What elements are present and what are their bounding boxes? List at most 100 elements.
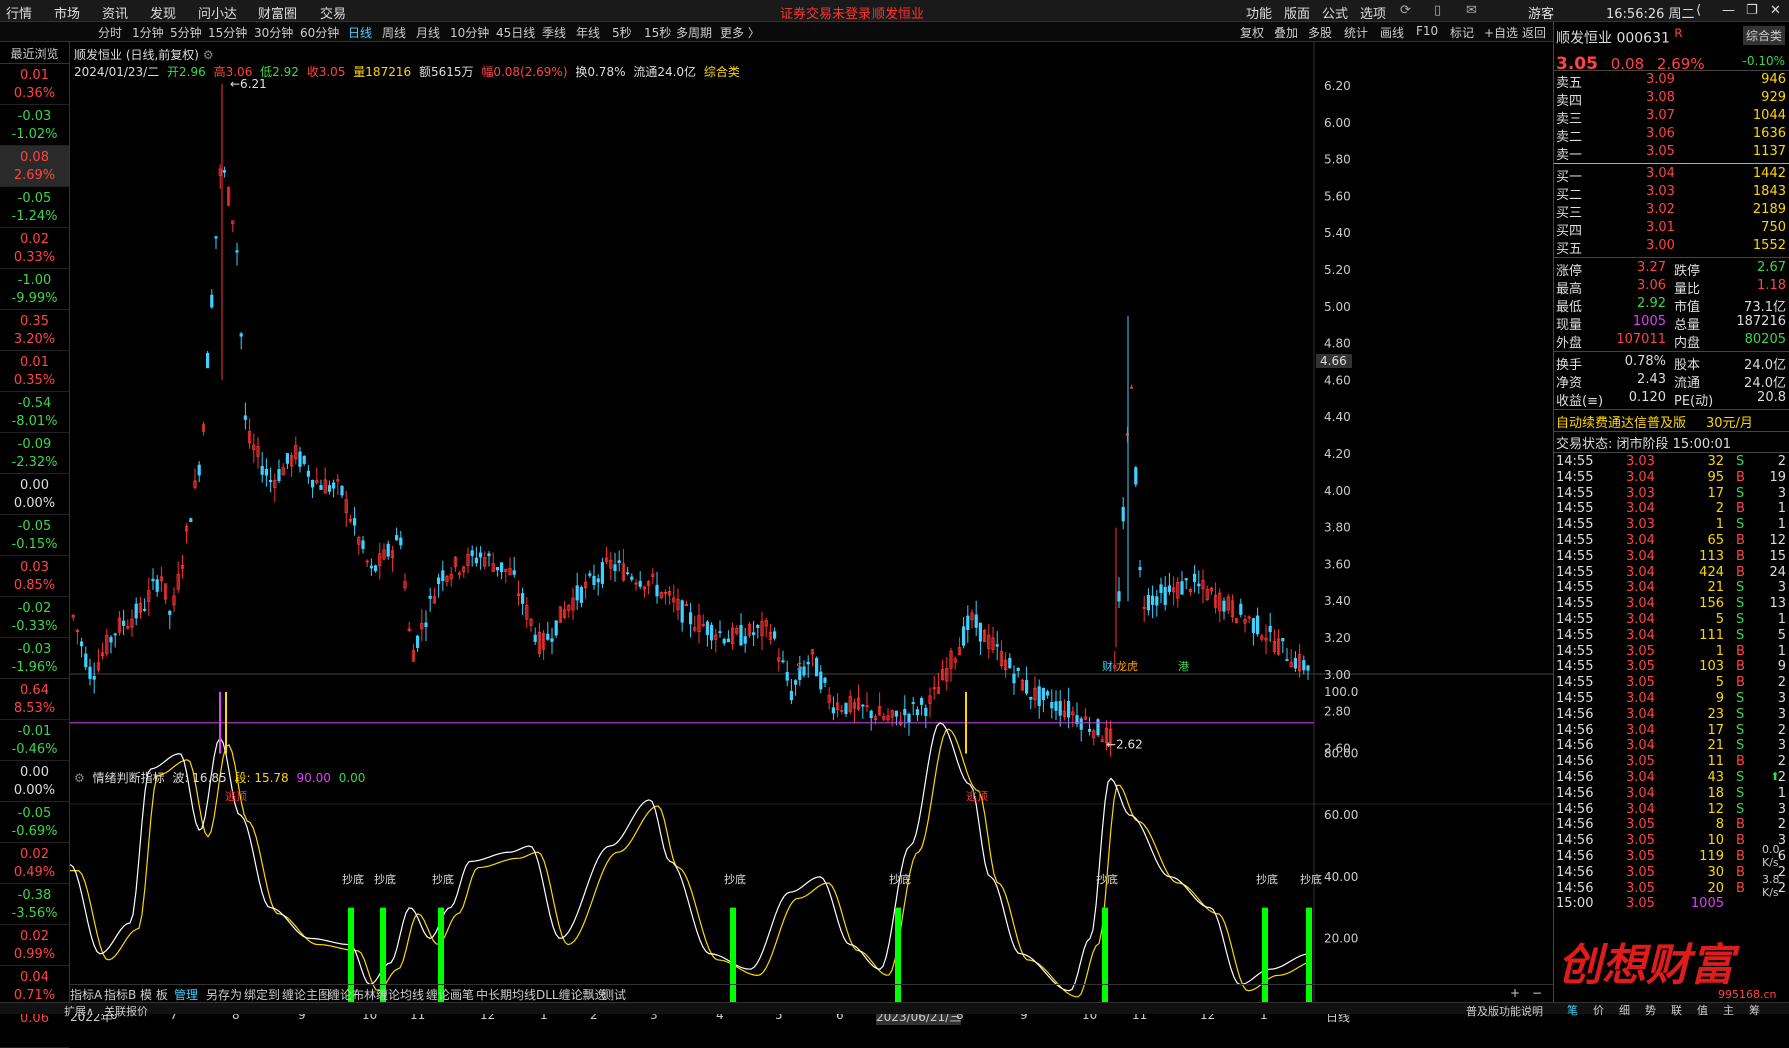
tick-tab[interactable]: 笔	[1567, 1002, 1578, 1018]
recent-stock-row[interactable]: -0.05 -1.24%	[0, 187, 69, 228]
function-note[interactable]: 普及版功能说明	[1466, 1003, 1543, 1019]
btn-biaoji[interactable]: 标记	[1450, 24, 1474, 41]
recent-stock-row[interactable]: 0.64 8.53%	[0, 679, 69, 720]
period-60min[interactable]: 60分钟	[300, 24, 339, 41]
recent-stock-row[interactable]: 0.00 0.00%	[0, 761, 69, 802]
period-week[interactable]: 周线	[382, 24, 406, 41]
refresh-icon[interactable]: ⟳	[1400, 3, 1411, 18]
menu-zixun[interactable]: 资讯	[102, 3, 128, 22]
bid-row[interactable]: 买一 3.04 1442	[1556, 166, 1788, 185]
indicator-tab[interactable]: DLL缠论飘逸	[536, 986, 607, 1003]
recent-stock-row[interactable]: 0.04 0.71%	[0, 966, 69, 1007]
related-quote-button[interactable]: 关联报价	[104, 1003, 148, 1019]
info-category[interactable]: 综合类	[704, 65, 740, 79]
indicator-tab[interactable]: 测试	[602, 986, 626, 1003]
close-icon[interactable]: ✕	[1770, 3, 1781, 18]
category-tag[interactable]: 综合类	[1742, 26, 1785, 45]
menu-gongneng[interactable]: 功能	[1246, 3, 1272, 22]
recent-stock-row[interactable]: -0.03 -1.96%	[0, 638, 69, 679]
indicator-tab[interactable]: 管理	[174, 986, 198, 1003]
period-45day[interactable]: 45日线	[496, 24, 535, 41]
tick-tab[interactable]: 细	[1619, 1002, 1630, 1018]
menu-banmian[interactable]: 版面	[1284, 3, 1310, 22]
tick-tab[interactable]: 筹	[1749, 1002, 1760, 1018]
mail-icon[interactable]: ✉	[1466, 3, 1477, 18]
period-5sec[interactable]: 5秒	[612, 24, 632, 41]
indicator-toggle-icon[interactable]: ⚙	[74, 771, 85, 785]
phone-icon[interactable]: ▯	[1434, 3, 1441, 18]
minimize-icon[interactable]: —	[1722, 3, 1735, 18]
period-year[interactable]: 年线	[576, 24, 600, 41]
btn-back[interactable]: 返回	[1522, 24, 1546, 41]
indicator-tab[interactable]: 模 板	[140, 986, 168, 1003]
recent-stock-row[interactable]: 0.02 0.33%	[0, 228, 69, 269]
recent-stock-row[interactable]: -1.00 -9.99%	[0, 269, 69, 310]
recent-stock-row[interactable]: -0.54 -8.01%	[0, 392, 69, 433]
period-season[interactable]: 季线	[542, 24, 566, 41]
period-5min[interactable]: 5分钟	[170, 24, 202, 41]
recent-stock-row[interactable]: 0.00 0.00%	[0, 474, 69, 515]
login-alert[interactable]: 证券交易未登录	[780, 3, 871, 22]
recent-stock-row[interactable]: -0.02 -0.33%	[0, 597, 69, 638]
indicator-tab[interactable]: 缠论主图	[282, 986, 330, 1003]
menu-shichang[interactable]: 市场	[54, 3, 80, 22]
period-1min[interactable]: 1分钟	[132, 24, 164, 41]
user-label[interactable]: 游客	[1528, 3, 1554, 22]
period-30min[interactable]: 30分钟	[254, 24, 293, 41]
btn-tongji[interactable]: 统计	[1344, 24, 1368, 41]
up-arrow-icon[interactable]: ⬆	[1762, 770, 1788, 783]
ask-row[interactable]: 卖二 3.06 1636	[1556, 126, 1788, 145]
chart-settings-icon[interactable]: ⚙	[203, 48, 214, 62]
period-multi[interactable]: 多周期	[676, 24, 712, 41]
recent-stock-row[interactable]: -0.38 -3.56%	[0, 884, 69, 925]
recent-stock-row[interactable]: -0.03 -1.02%	[0, 105, 69, 146]
recent-stock-row[interactable]: -0.05 -0.69%	[0, 802, 69, 843]
recent-browse-header[interactable]: 最近浏览	[0, 42, 69, 64]
tick-tab[interactable]: 价	[1593, 1002, 1604, 1018]
period-month[interactable]: 月线	[416, 24, 440, 41]
bid-row[interactable]: 买二 3.03 1843	[1556, 184, 1788, 203]
expand-button[interactable]: 扩展∧	[64, 1003, 94, 1019]
bid-row[interactable]: 买五 3.00 1552	[1556, 238, 1788, 257]
period-more[interactable]: 更多 〉	[720, 24, 760, 41]
period-15min[interactable]: 15分钟	[208, 24, 247, 41]
back-arrow-icon[interactable]: ⟨	[1696, 3, 1701, 18]
tick-tab[interactable]: 联	[1671, 1002, 1682, 1018]
remove-tab-icon[interactable]: −	[1532, 986, 1542, 1000]
indicator-tab[interactable]: 中长期均线	[476, 986, 536, 1003]
period-fenshi[interactable]: 分时	[98, 24, 122, 41]
menu-jiaoyi[interactable]: 交易	[320, 3, 346, 22]
recent-stock-row[interactable]: 0.02 0.99%	[0, 925, 69, 966]
menu-hangqing[interactable]: 行情	[6, 3, 32, 22]
indicator-tab[interactable]: 指标A	[70, 986, 102, 1003]
add-tab-icon[interactable]: +	[1510, 986, 1520, 1000]
tick-tab[interactable]: 主	[1723, 1002, 1734, 1018]
ask-row[interactable]: 卖四 3.08 929	[1556, 90, 1788, 109]
restore-icon[interactable]: ❐	[1746, 3, 1758, 18]
indicator-tab[interactable]: 缠论布林	[328, 986, 376, 1003]
btn-add-favorite[interactable]: +自选	[1484, 24, 1518, 41]
menu-caifuquan[interactable]: 财富圈	[258, 3, 297, 22]
period-day[interactable]: 日线	[348, 24, 372, 41]
recent-stock-row[interactable]: -0.01 -0.46%	[0, 720, 69, 761]
menu-faxian[interactable]: 发现	[150, 3, 176, 22]
btn-diejia[interactable]: 叠加	[1274, 24, 1298, 41]
indicator-tab[interactable]: 指标B	[104, 986, 136, 1003]
period-15sec[interactable]: 15秒	[644, 24, 671, 41]
bid-row[interactable]: 买三 3.02 2189	[1556, 202, 1788, 221]
recent-stock-row[interactable]: -0.09 -2.32%	[0, 433, 69, 474]
tick-tab[interactable]: 势	[1645, 1002, 1656, 1018]
indicator-tab[interactable]: 另存为	[206, 986, 242, 1003]
recent-stock-row[interactable]: 0.35 3.20%	[0, 310, 69, 351]
recent-stock-row[interactable]: 0.01 0.35%	[0, 351, 69, 392]
recent-stock-row[interactable]: 0.08 2.69%	[0, 146, 69, 187]
ask-row[interactable]: 卖一 3.05 1137	[1556, 144, 1788, 163]
indicator-tab[interactable]: 绑定到	[244, 986, 280, 1003]
recent-stock-row[interactable]: 0.03 0.85%	[0, 556, 69, 597]
kline-svg[interactable]: 6.20 6.00 5.80 5.60 5.40 5.20 5.00 4.80 4.60 4.40…	[70, 42, 1553, 1014]
ask-row[interactable]: 卖三 3.07 1044	[1556, 108, 1788, 127]
menu-gongshi[interactable]: 公式	[1322, 3, 1348, 22]
indicator-name[interactable]: 情绪判断指标	[93, 771, 165, 785]
ask-row[interactable]: 卖五 3.09 946	[1556, 72, 1788, 91]
btn-fuquan[interactable]: 复权	[1240, 24, 1264, 41]
